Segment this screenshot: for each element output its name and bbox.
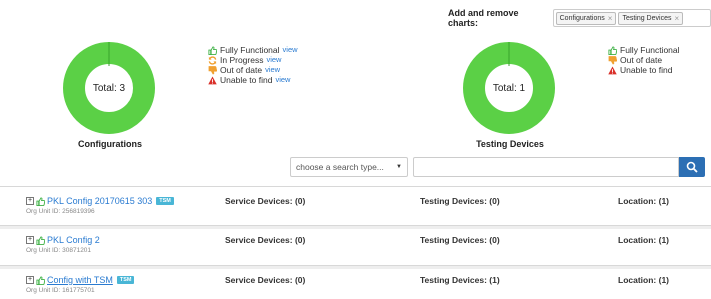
configurations-donut-chart[interactable]: Total: 3: [63, 42, 155, 134]
legend-item: Out of date: [608, 55, 680, 65]
row-divider: [0, 266, 711, 269]
org-unit-id: Org Unit ID: 30871201: [26, 247, 92, 254]
location-count: Location: (1): [618, 196, 669, 206]
legend-label: Unable to find: [220, 75, 273, 85]
configuration-name-link[interactable]: Config with TSM: [47, 275, 113, 285]
org-unit-id: Org Unit ID: 161775701: [26, 287, 95, 294]
legend-item: Unable to find: [608, 65, 680, 75]
legend-view-link[interactable]: view: [265, 65, 280, 75]
remove-tag-icon[interactable]: ×: [674, 14, 679, 23]
thumbs-up-icon: [36, 196, 45, 206]
legend-view-link[interactable]: view: [266, 55, 281, 65]
tsm-badge: TSM: [156, 197, 174, 205]
expand-icon[interactable]: +: [26, 276, 34, 284]
configuration-title: + PKL Config 20170615 303 TSM: [26, 196, 174, 206]
legend-label: Fully Functional: [620, 45, 680, 55]
legend-item: Out of date view: [208, 65, 298, 75]
legend-label: In Progress: [220, 55, 264, 65]
chart-tag-input[interactable]: Configurations × Testing Devices ×: [552, 9, 711, 27]
chevron-down-icon: ▼: [396, 164, 402, 170]
chart-selector-bar: Add and remove charts: Configurations × …: [448, 8, 711, 28]
chart-caption: Testing Devices: [476, 139, 544, 149]
chart-tag-testing-devices: Testing Devices ×: [618, 11, 684, 25]
thumbs-up-icon: [208, 45, 217, 55]
configuration-row: + PKL Config 20170615 303 TSM Org Unit ID: …: [0, 186, 711, 224]
search-input[interactable]: [413, 157, 679, 177]
location-count: Location: (1): [618, 275, 669, 285]
service-devices-count: Service Devices: (0): [225, 235, 306, 245]
expand-icon[interactable]: +: [26, 236, 34, 244]
thumbs-down-icon: [608, 55, 617, 65]
charts-label: Add and remove charts:: [448, 8, 519, 28]
refresh-icon: [208, 55, 217, 65]
location-count: Location: (1): [618, 235, 669, 245]
chart-tag-label: Testing Devices: [622, 14, 672, 22]
chart-caption: Configurations: [78, 139, 142, 149]
tsm-badge: TSM: [116, 276, 135, 284]
search-type-value: choose a search type...: [296, 162, 384, 172]
search-button[interactable]: [679, 157, 705, 177]
warning-icon: [208, 75, 217, 85]
row-divider: [0, 226, 711, 229]
testing-devices-donut-chart[interactable]: Total: 1: [463, 42, 555, 134]
org-unit-id: Org Unit ID: 256819396: [26, 208, 95, 215]
testing-devices-count: Testing Devices: (1): [420, 275, 500, 285]
chart-tag-configurations: Configurations ×: [555, 11, 617, 25]
legend-view-link[interactable]: view: [275, 75, 290, 85]
thumbs-up-icon: [36, 275, 45, 285]
configuration-row: + Config with TSM TSM Org Unit ID: 16177570…: [0, 265, 711, 299]
donut-center-label: Total: 3: [93, 83, 126, 94]
chart-tag-label: Configurations: [559, 14, 605, 22]
thumbs-up-icon: [36, 235, 45, 245]
configurations-legend: Fully Functional view In Progress view Out o…: [208, 45, 298, 85]
expand-icon[interactable]: +: [26, 197, 34, 205]
configuration-name-link[interactable]: PKL Config 2: [47, 235, 100, 245]
legend-item: In Progress view: [208, 55, 298, 65]
testing-devices-count: Testing Devices: (0): [420, 196, 500, 206]
legend-label: Fully Functional: [220, 45, 280, 55]
warning-icon: [608, 65, 617, 75]
testing-devices-legend: Fully Functional Out of date Unable to fin…: [608, 45, 680, 75]
configuration-name-link[interactable]: PKL Config 20170615 303: [47, 196, 152, 206]
legend-view-link[interactable]: view: [283, 45, 298, 55]
testing-devices-count: Testing Devices: (0): [420, 235, 500, 245]
search-type-select[interactable]: choose a search type... ▼: [290, 157, 408, 177]
search-bar: choose a search type... ▼: [290, 157, 705, 177]
configuration-title: + Config with TSM TSM: [26, 275, 135, 285]
thumbs-up-icon: [608, 45, 617, 55]
legend-label: Out of date: [220, 65, 263, 75]
legend-label: Unable to find: [620, 65, 673, 75]
configuration-title: + PKL Config 2: [26, 235, 100, 245]
legend-item: Unable to find view: [208, 75, 298, 85]
service-devices-count: Service Devices: (0): [225, 196, 306, 206]
donut-center-label: Total: 1: [493, 83, 526, 94]
legend-item: Fully Functional: [608, 45, 680, 55]
thumbs-down-icon: [208, 65, 217, 75]
legend-label: Out of date: [620, 55, 663, 65]
legend-item: Fully Functional view: [208, 45, 298, 55]
service-devices-count: Service Devices: (0): [225, 275, 306, 285]
remove-tag-icon[interactable]: ×: [608, 14, 613, 23]
configuration-row: + PKL Config 2 Org Unit ID: 30871201 Servic…: [0, 225, 711, 263]
search-icon: [686, 161, 698, 173]
